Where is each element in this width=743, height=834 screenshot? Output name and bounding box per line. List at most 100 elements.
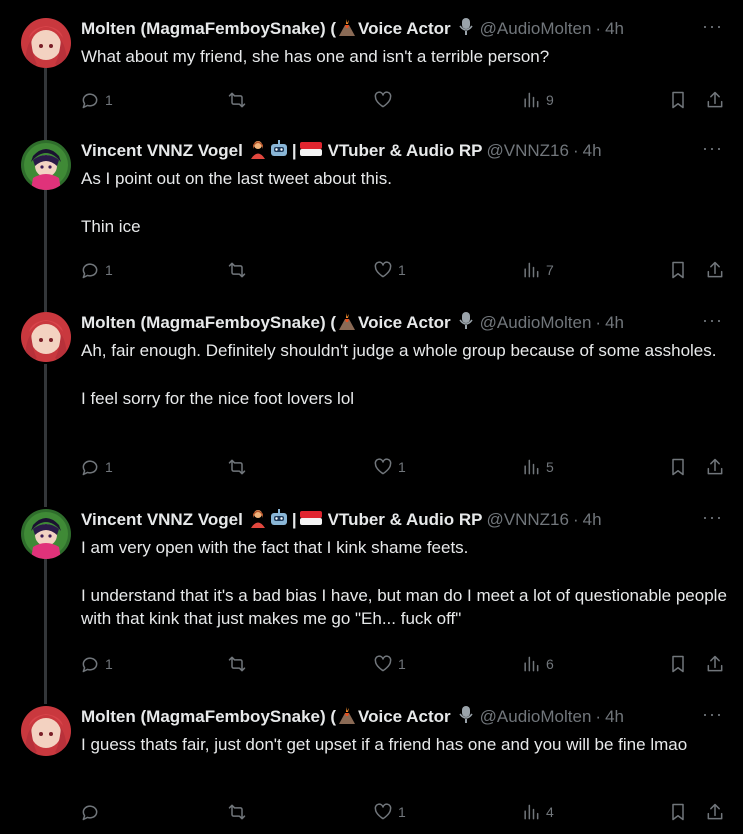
bookmark-button[interactable]	[668, 652, 688, 676]
timestamp[interactable]: 4h	[605, 19, 624, 39]
views-count: 6	[546, 656, 554, 672]
user-handle[interactable]: @VNNZ16	[487, 510, 569, 530]
microphone-emoji	[457, 17, 475, 42]
bookmark-button[interactable]	[668, 800, 688, 824]
display-name-suffix[interactable]: Voice Actor	[358, 313, 451, 333]
views-count: 4	[546, 804, 554, 820]
display-name-suffix[interactable]: Voice Actor	[358, 19, 451, 39]
reply-icon	[82, 263, 98, 279]
share-icon	[707, 655, 723, 672]
volcano-emoji	[337, 18, 357, 41]
reply-button[interactable]: 1	[80, 88, 113, 112]
timestamp[interactable]: 4h	[583, 141, 602, 161]
views-button[interactable]: 6	[521, 652, 554, 676]
views-count: 7	[546, 262, 554, 278]
share-button[interactable]	[705, 800, 725, 824]
retweet-button[interactable]	[227, 652, 252, 676]
tweet-header: Molten (MagmaFemboySnake) ( Voice Actor …	[81, 310, 741, 334]
reply-button[interactable]: 1	[80, 652, 113, 676]
reply-thread: Molten (MagmaFemboySnake) ( Voice Actor …	[0, 0, 743, 834]
display-name-suffix[interactable]: VTuber & Audio RP	[328, 510, 483, 530]
views-button[interactable]: 7	[521, 258, 554, 282]
timestamp[interactable]: 4h	[583, 510, 602, 530]
views-button[interactable]: 4	[521, 800, 554, 824]
bookmark-icon	[672, 261, 684, 279]
share-button[interactable]	[705, 258, 725, 282]
like-button[interactable]: 1	[373, 800, 406, 824]
avatar-vincent[interactable]	[21, 509, 71, 559]
tweet-actions: 1 1 7	[80, 258, 730, 282]
like-button[interactable]: 1	[373, 455, 406, 479]
avatar-molten[interactable]	[21, 18, 71, 68]
timestamp[interactable]: 4h	[605, 313, 624, 333]
tweet-paragraph: Thin ice	[81, 216, 141, 236]
separator-dot: ·	[595, 707, 602, 726]
tweet-actions: 1 1 6	[80, 652, 730, 676]
separator-dot: ·	[572, 141, 579, 160]
retweet-button[interactable]	[227, 455, 252, 479]
views-button[interactable]: 9	[521, 88, 554, 112]
avatar-vincent[interactable]	[21, 140, 71, 190]
retweet-button[interactable]	[227, 258, 252, 282]
reply-count: 1	[105, 459, 113, 475]
retweet-button[interactable]	[227, 88, 252, 112]
user-handle[interactable]: @VNNZ16	[487, 141, 569, 161]
like-button[interactable]	[373, 88, 398, 112]
tweet-header: Molten (MagmaFemboySnake) ( Voice Actor …	[81, 704, 741, 728]
user-handle[interactable]: @AudioMolten	[480, 707, 592, 727]
display-name-suffix[interactable]: Voice Actor	[358, 707, 451, 727]
views-icon	[524, 92, 539, 108]
like-button[interactable]: 1	[373, 652, 406, 676]
share-icon	[707, 91, 723, 108]
more-icon[interactable]: ···	[702, 507, 723, 528]
user-handle[interactable]: @AudioMolten	[480, 19, 592, 39]
tweet-paragraph: I feel sorry for the nice foot lovers lo…	[81, 388, 355, 408]
bookmark-icon	[672, 655, 684, 673]
bookmark-icon	[672, 458, 684, 476]
share-button[interactable]	[705, 455, 725, 479]
tweet-header: Molten (MagmaFemboySnake) ( Voice Actor …	[81, 16, 741, 42]
display-name[interactable]: Molten (MagmaFemboySnake) (	[81, 707, 336, 727]
reply-button[interactable]	[80, 800, 105, 824]
reply-count: 1	[105, 656, 113, 672]
separator-dot: ·	[595, 313, 602, 332]
display-name[interactable]: Vincent VNNZ Vogel	[81, 141, 243, 161]
avatar-molten[interactable]	[21, 312, 71, 362]
more-icon[interactable]: ···	[702, 16, 723, 37]
more-icon[interactable]: ···	[702, 138, 723, 159]
share-button[interactable]	[705, 88, 725, 112]
user-handle[interactable]: @AudioMolten	[480, 313, 592, 333]
thread-connector	[44, 364, 47, 507]
tweet-actions: 1 4	[80, 800, 730, 824]
tweet-paragraph: What about my friend, she has one and is…	[81, 47, 550, 66]
display-name[interactable]: Molten (MagmaFemboySnake) (	[81, 19, 336, 39]
retweet-button[interactable]	[227, 800, 252, 824]
display-name[interactable]: Molten (MagmaFemboySnake) (	[81, 313, 336, 333]
like-button[interactable]: 1	[373, 258, 406, 282]
display-name-suffix[interactable]: VTuber & Audio RP	[328, 141, 483, 161]
bookmark-button[interactable]	[668, 455, 688, 479]
more-icon[interactable]: ···	[702, 704, 723, 725]
reply-count: 1	[105, 262, 113, 278]
robot-emoji	[269, 508, 289, 533]
tweet-paragraph: I guess thats fair, just don't get upset…	[81, 735, 688, 754]
more-icon[interactable]: ···	[702, 310, 723, 331]
like-count: 1	[398, 459, 406, 475]
share-button[interactable]	[705, 652, 725, 676]
bookmark-button[interactable]	[668, 258, 688, 282]
thread-connector	[44, 188, 47, 312]
divider-bar: |	[291, 141, 297, 160]
bookmark-button[interactable]	[668, 88, 688, 112]
tweet-paragraph: I am very open with the fact that I kink…	[81, 538, 469, 557]
tweet-text: As I point out on the last tweet about t…	[81, 167, 731, 238]
timestamp[interactable]: 4h	[605, 707, 624, 727]
reply-button[interactable]: 1	[80, 258, 113, 282]
reply-button[interactable]: 1	[80, 455, 113, 479]
retweet-icon	[228, 92, 246, 108]
avatar-molten[interactable]	[21, 706, 71, 756]
display-name[interactable]: Vincent VNNZ Vogel	[81, 510, 243, 530]
tweet-text: I guess thats fair, just don't get upset…	[81, 733, 731, 757]
reply-icon	[82, 460, 98, 476]
share-icon	[707, 803, 723, 820]
views-button[interactable]: 5	[521, 455, 554, 479]
